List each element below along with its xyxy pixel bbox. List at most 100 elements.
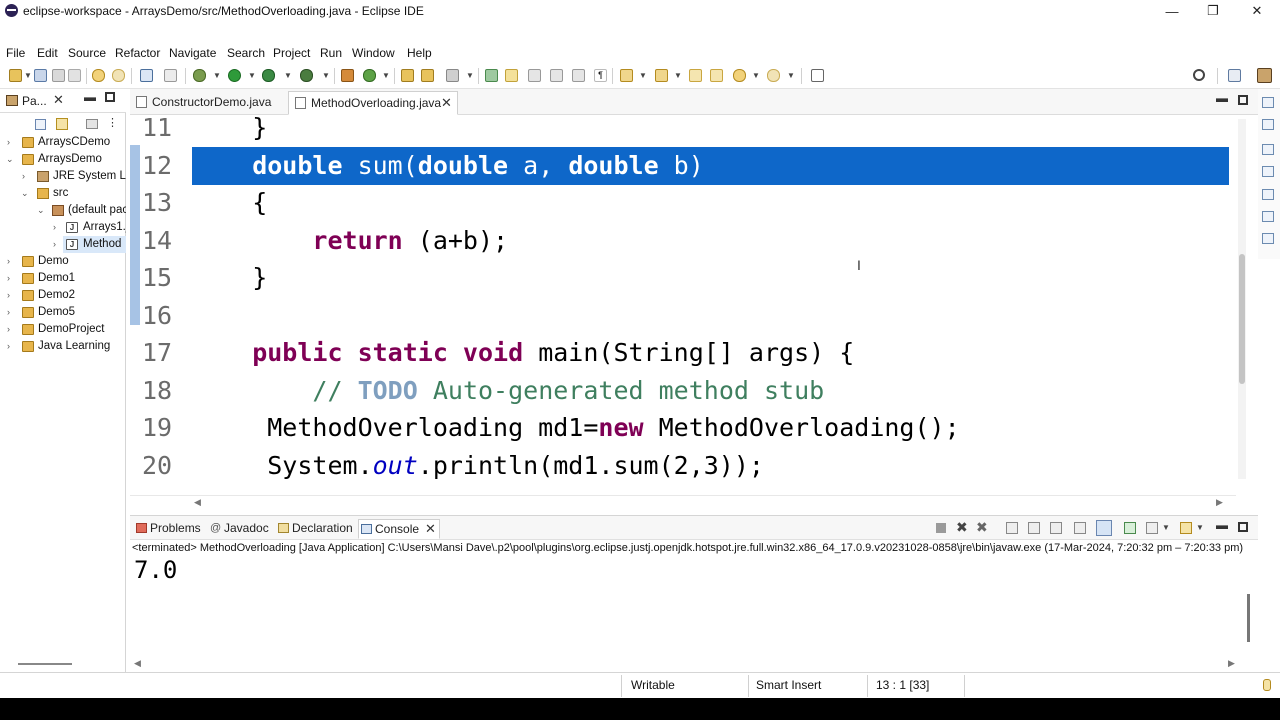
redo-icon[interactable] [112, 69, 125, 82]
save-all-icon[interactable] [52, 69, 65, 82]
word-wrap-icon[interactable] [1050, 522, 1062, 534]
previous-annotation-icon[interactable] [655, 69, 668, 82]
skip-breakpoints-icon[interactable] [164, 69, 177, 82]
chevron-down-icon[interactable]: ⌄ [21, 185, 29, 202]
code-line[interactable]: 15 } [130, 259, 1236, 297]
chevron-down-icon[interactable]: ▼ [1196, 523, 1204, 532]
scroll-right-icon[interactable]: ▶ [1228, 658, 1235, 669]
tree-item-demo1[interactable]: › Demo1 [0, 270, 126, 287]
minimize-button[interactable]: — [1152, 0, 1192, 22]
forward-icon[interactable] [767, 69, 780, 82]
close-window-button[interactable]: ✕ [1237, 0, 1277, 22]
java-perspective-icon[interactable] [1257, 68, 1272, 83]
restore-view-icon[interactable] [1262, 97, 1274, 108]
tree-item-demo[interactable]: › Demo [0, 253, 126, 270]
menu-project[interactable]: Project [273, 46, 310, 60]
open-type-icon[interactable] [401, 69, 414, 82]
toggle-breadcrumb-icon[interactable] [572, 69, 585, 82]
last-edit-location-icon[interactable] [710, 69, 723, 82]
back-icon[interactable] [733, 69, 746, 82]
open-perspective-icon[interactable] [1228, 69, 1241, 82]
minimize-view-icon[interactable]: ▬ [84, 90, 96, 104]
chevron-right-icon[interactable]: › [7, 304, 10, 321]
tree-item-demoproject[interactable]: › DemoProject [0, 321, 126, 338]
last-edit-icon[interactable] [689, 69, 702, 82]
block-selection-icon[interactable] [528, 69, 541, 82]
editor-horizontal-scrollbar[interactable]: ◀ ▶ [130, 495, 1236, 507]
tab-declaration[interactable]: Declaration [276, 519, 353, 539]
collapse-all-icon[interactable] [35, 119, 46, 130]
maximize-view-icon[interactable] [1238, 522, 1248, 532]
hierarchy-icon[interactable] [1262, 211, 1274, 222]
code-line[interactable]: 18 // TODO Auto-generated method stub [130, 372, 1236, 410]
tree-item-java-learning[interactable]: › Java Learning [0, 338, 126, 355]
tab-problems[interactable]: Problems [134, 519, 201, 539]
chevron-right-icon[interactable]: › [53, 236, 56, 253]
scrollbar-thumb[interactable] [1239, 254, 1245, 384]
close-icon[interactable]: ✕ [53, 92, 64, 108]
debug-icon[interactable] [193, 69, 206, 82]
coverage-icon[interactable] [262, 69, 275, 82]
package-explorer-tab[interactable]: Pa... [22, 94, 47, 108]
chevron-right-icon[interactable]: › [7, 253, 10, 270]
chevron-down-icon[interactable]: ▼ [466, 71, 474, 80]
external-tools-icon[interactable] [300, 69, 313, 82]
menu-window[interactable]: Window [352, 46, 395, 60]
close-icon[interactable]: ✕ [425, 520, 436, 538]
chevron-right-icon[interactable]: › [7, 287, 10, 304]
show-on-error-icon[interactable] [1096, 520, 1112, 536]
menu-edit[interactable]: Edit [37, 46, 58, 60]
tree-item-demo2[interactable]: › Demo2 [0, 287, 126, 304]
code-line[interactable]: 14 return (a+b); [130, 222, 1236, 260]
code-line[interactable]: 16 [130, 297, 1236, 335]
restore-view-icon[interactable] [1262, 189, 1274, 200]
chevron-down-icon[interactable]: ▼ [248, 71, 256, 80]
chevron-down-icon[interactable]: ▼ [24, 71, 32, 80]
print-icon[interactable] [68, 69, 81, 82]
remove-all-icon[interactable]: ✖ [976, 519, 988, 536]
pin-console-icon[interactable] [1124, 522, 1136, 534]
tree-item-jre-system-library[interactable]: › JRE System Lib [0, 168, 126, 185]
console-output[interactable]: 7.0 [134, 556, 177, 584]
code-line[interactable]: 19 MethodOverloading md1=new MethodOverl… [130, 409, 1236, 447]
run-icon[interactable] [228, 69, 241, 82]
chevron-right-icon[interactable]: › [7, 338, 10, 355]
chevron-down-icon[interactable]: ▼ [752, 71, 760, 80]
chevron-right-icon[interactable]: › [22, 168, 25, 185]
chevron-down-icon[interactable]: ▼ [382, 71, 390, 80]
tip-icon[interactable] [1263, 679, 1271, 691]
new-icon[interactable] [9, 69, 22, 82]
chevron-down-icon[interactable]: ▼ [674, 71, 682, 80]
menu-search[interactable]: Search [227, 46, 265, 60]
tab-javadoc[interactable]: @ Javadoc [208, 519, 269, 539]
menu-source[interactable]: Source [68, 46, 106, 60]
show-whitespace-icon[interactable]: ¶ [594, 69, 607, 82]
menu-run[interactable]: Run [320, 46, 342, 60]
chevron-down-icon[interactable]: ▼ [639, 71, 647, 80]
open-console-icon[interactable] [1180, 522, 1192, 534]
tree-item-demo5[interactable]: › Demo5 [0, 304, 126, 321]
restore-view-icon[interactable] [1262, 144, 1274, 155]
search-tool-icon[interactable] [446, 69, 459, 82]
chevron-down-icon[interactable]: ▼ [213, 71, 221, 80]
code-area[interactable]: 11 } 12 double sum(double a, double b) 13 … [130, 115, 1236, 495]
chevron-right-icon[interactable]: › [7, 134, 10, 151]
annotation-icon[interactable] [485, 69, 498, 82]
search-icon[interactable] [1193, 69, 1205, 81]
menu-help[interactable]: Help [407, 46, 432, 60]
menu-file[interactable]: File [6, 46, 25, 60]
vertical-scrollbar[interactable] [1238, 119, 1246, 479]
terminate-icon[interactable] [936, 523, 946, 533]
terminal-icon[interactable] [140, 69, 153, 82]
word-wrap-icon[interactable] [550, 69, 563, 82]
remove-launch-icon[interactable]: ✖ [956, 519, 968, 536]
code-line[interactable]: 13 { [130, 184, 1236, 222]
new-java-project-icon[interactable] [341, 69, 354, 82]
chevron-right-icon[interactable]: › [53, 219, 56, 236]
menu-navigate[interactable]: Navigate [169, 46, 216, 60]
task-list-icon[interactable] [1262, 166, 1274, 177]
new-class-icon[interactable] [363, 69, 376, 82]
menu-refactor[interactable]: Refactor [115, 46, 160, 60]
highlight-icon[interactable] [505, 69, 518, 82]
restore-button[interactable]: ❐ [1193, 0, 1233, 22]
